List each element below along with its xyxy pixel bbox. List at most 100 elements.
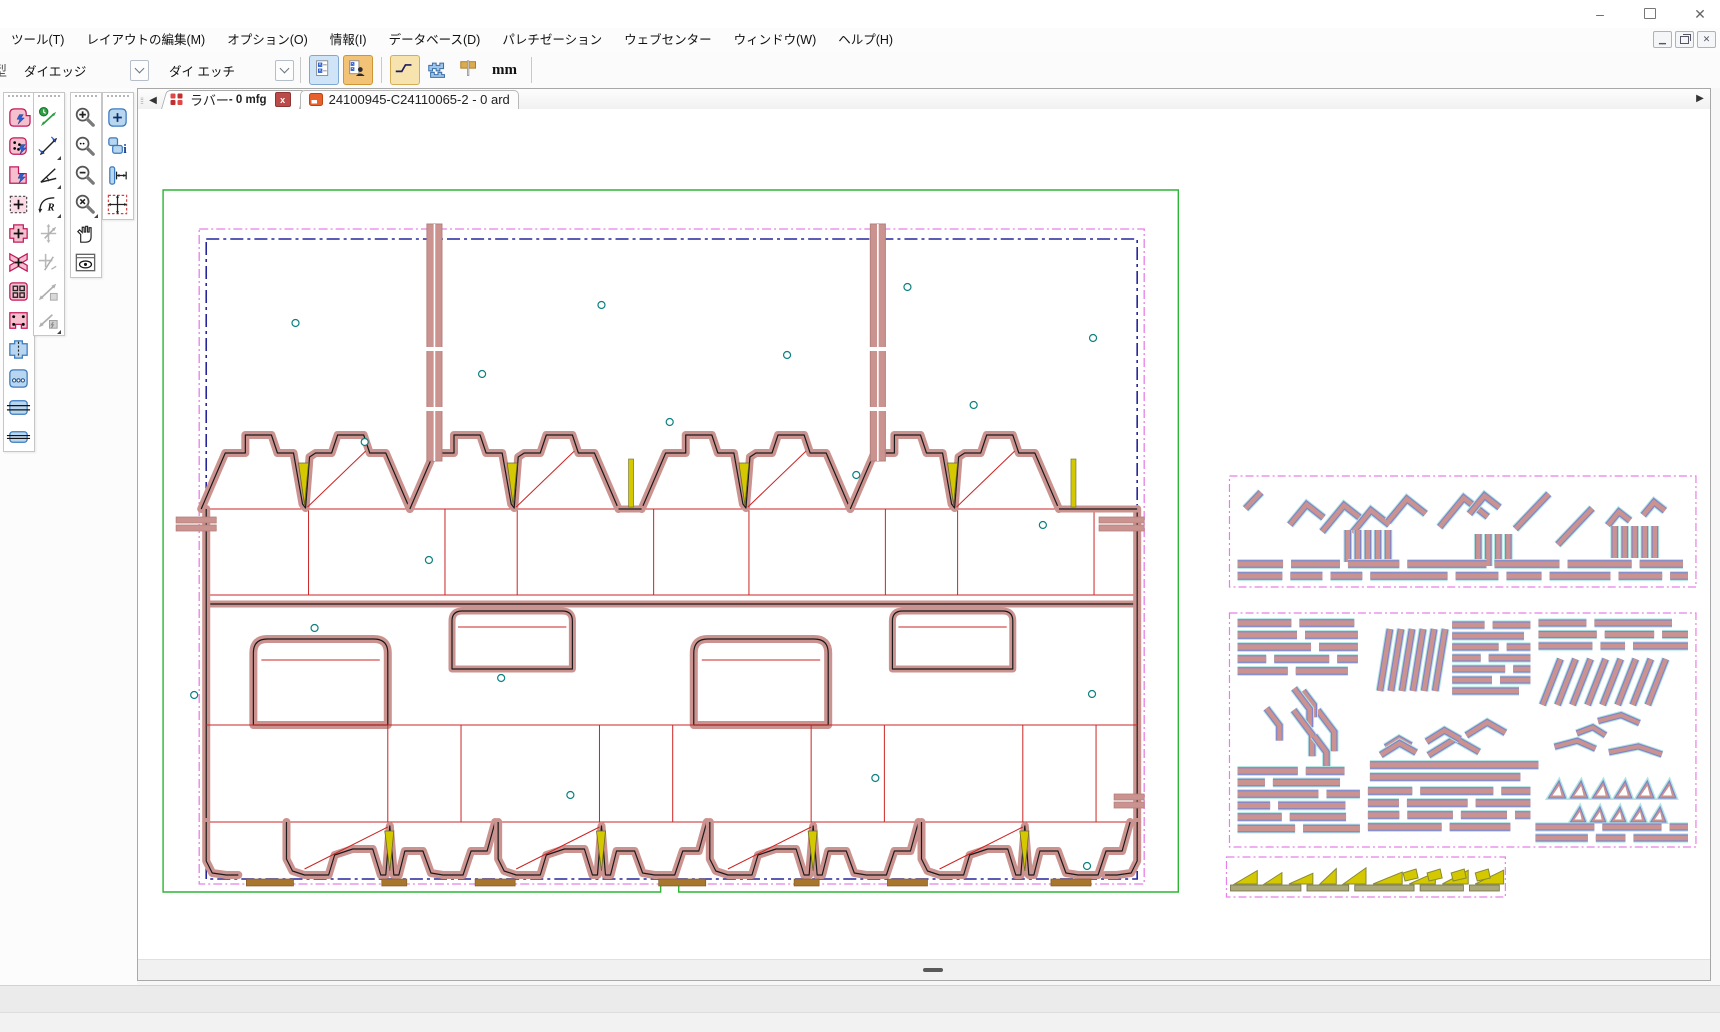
tool-pink-tabs-plus[interactable] <box>4 219 32 248</box>
tab-design[interactable]: 24100945-C24110065-2 - 0 ard <box>300 90 519 109</box>
palette-grip[interactable] <box>107 95 129 103</box>
mdi-minimize-button[interactable]: ▁ <box>1653 31 1672 48</box>
window-close-button[interactable]: ✕ <box>1688 6 1712 23</box>
tool-blue-clamp[interactable] <box>4 335 32 364</box>
mdi-restore-button[interactable] <box>1675 31 1694 48</box>
status-bar-secondary <box>0 1012 1720 1032</box>
canvas-viewport[interactable] <box>138 109 1710 960</box>
svg-text:R: R <box>46 202 54 213</box>
tool-blue-lines[interactable] <box>4 393 32 422</box>
horizontal-scrollbar[interactable] <box>138 959 1710 980</box>
menu-item-window[interactable]: ウィンドウ(W) <box>723 28 828 52</box>
palette-rubber-edge-tools <box>3 92 35 452</box>
tool-radius-r[interactable]: R <box>34 190 62 219</box>
tool-move-gray[interactable] <box>34 219 62 248</box>
window-minimize-button[interactable]: – <box>1588 6 1612 22</box>
tool-hand[interactable] <box>71 219 99 248</box>
zoom-in-icon <box>73 105 98 130</box>
clipped-toolbar-icon[interactable]: 型 <box>0 59 10 81</box>
tool-pink-grid[interactable] <box>4 277 32 306</box>
main-toolbar: 型 ダイエッジ ダイ エッチ mm <box>0 52 1720 89</box>
tool-zoom-extents[interactable] <box>71 190 99 219</box>
work-area: Ri ⁞⁞ ◀ ラバー - 0 mfgx24100945-C24110065-2… <box>0 88 1720 985</box>
die-etch-combobox-value: ダイ エッチ <box>163 61 275 80</box>
tool-pink-l-bolt[interactable] <box>4 161 32 190</box>
menu-item-options[interactable]: オプション(O) <box>216 28 319 52</box>
die-boundary[interactable] <box>199 229 1144 884</box>
menu-item-tools[interactable]: ツール(T) <box>0 28 75 52</box>
title-bar: – ✕ <box>0 0 1720 29</box>
palette-grip[interactable] <box>8 95 30 103</box>
palette-grip[interactable] <box>75 95 97 103</box>
menu-item-database[interactable]: データベース(D) <box>378 28 492 52</box>
tool-pink-dashed-plus[interactable] <box>4 190 32 219</box>
checklist-button[interactable] <box>309 55 339 85</box>
menu-bar: ツール(T)レイアウトの編集(M)オプション(O)情報(I)データベース(D)パ… <box>0 28 1720 53</box>
tool-pink-blob-bolt[interactable] <box>4 103 32 132</box>
move-ruler-gray-icon <box>36 279 61 304</box>
menu-item-edit-layout[interactable]: レイアウトの編集(M) <box>75 28 216 52</box>
drawing-canvas[interactable] <box>138 109 1710 960</box>
blue-clamp-icon <box>6 337 31 362</box>
menu-item-webcenter[interactable]: ウェブセンター <box>613 28 723 52</box>
tool-zoom-out[interactable] <box>71 161 99 190</box>
application-window: – ✕ ツール(T)レイアウトの編集(M)オプション(O)情報(I)データベース… <box>0 0 1720 1032</box>
rubber-sheet-main[interactable] <box>1229 613 1695 847</box>
tool-move-ruler-gray[interactable] <box>34 277 62 306</box>
diag-arrow-icon <box>36 134 61 159</box>
tool-h-dim[interactable] <box>103 161 131 190</box>
tool-pink-corner-dots[interactable] <box>4 306 32 335</box>
tool-move-diag-gray[interactable] <box>34 248 62 277</box>
tab-scroll-right-button[interactable]: ▶ <box>1692 90 1708 106</box>
tool-eye-window[interactable] <box>71 248 99 277</box>
rubber-edge-button[interactable] <box>390 55 420 85</box>
yellow-wedge-strip[interactable] <box>1226 857 1505 897</box>
die-edge-combobox[interactable]: ダイエッジ <box>18 59 149 81</box>
menu-item-help[interactable]: ヘルプ(H) <box>827 28 904 52</box>
die-etch-dropdown-arrow[interactable] <box>275 60 294 81</box>
clock-arrow-icon <box>36 105 61 130</box>
menu-item-info[interactable]: 情報(I) <box>319 28 378 52</box>
tool-blue-ooo[interactable] <box>4 364 32 393</box>
checklist-user-button[interactable] <box>343 55 373 85</box>
checklist-blue-icon <box>312 58 336 82</box>
tab-scroll-left-button[interactable]: ◀ <box>145 92 161 108</box>
tool-clock-arrow[interactable] <box>34 103 62 132</box>
zoom-question-icon <box>73 134 98 159</box>
knife-profile-button[interactable] <box>456 56 484 84</box>
crosshair-red-icon <box>105 192 130 217</box>
tool-pink-x-plus[interactable] <box>4 248 32 277</box>
horizontal-scrollbar-thumb[interactable] <box>923 968 943 972</box>
pink-l-bolt-icon <box>6 163 31 188</box>
tool-angle[interactable] <box>34 161 62 190</box>
tool-zoom-in[interactable] <box>71 103 99 132</box>
pink-grid-icon <box>6 279 31 304</box>
checklist-person-icon <box>346 58 370 82</box>
carton-layout[interactable] <box>176 224 1144 886</box>
palette-grip[interactable] <box>38 95 60 103</box>
die-edge-dropdown-arrow[interactable] <box>130 60 149 81</box>
tool-diag-arrow[interactable] <box>34 132 62 161</box>
tool-crosshair-red[interactable] <box>103 190 131 219</box>
rubber-sheet-top[interactable] <box>1229 476 1695 587</box>
tab-label: 24100945-C24110065-2 - 0 ard <box>329 92 510 107</box>
menu-item-palletization[interactable]: パレチゼーション <box>491 28 613 52</box>
mdi-close-button[interactable]: ✕ <box>1697 31 1716 48</box>
tool-zoom-question[interactable] <box>71 132 99 161</box>
h-dim-icon <box>105 163 130 188</box>
pink-x-plus-icon <box>6 250 31 275</box>
window-maximize-button[interactable] <box>1638 6 1662 22</box>
move-diag-gray-icon <box>36 250 61 275</box>
tab-rubber[interactable]: ラバー - 0 mfgx <box>161 90 300 109</box>
status-bar <box>0 985 1720 1013</box>
tool-pink-dots-bolt[interactable] <box>4 132 32 161</box>
tool-blue-plus[interactable] <box>103 103 131 132</box>
tool-arrow-bolt-gray[interactable] <box>34 306 62 335</box>
tool-blue-info[interactable]: i <box>103 132 131 161</box>
rubber-pieces-button[interactable] <box>424 56 452 84</box>
pink-tabs-plus-icon <box>6 221 31 246</box>
die-etch-combobox[interactable]: ダイ エッチ <box>163 59 294 81</box>
tab-close-button[interactable]: x <box>275 92 291 107</box>
sheet-outline[interactable] <box>163 190 1178 892</box>
tool-blue-lines2[interactable] <box>4 422 32 451</box>
